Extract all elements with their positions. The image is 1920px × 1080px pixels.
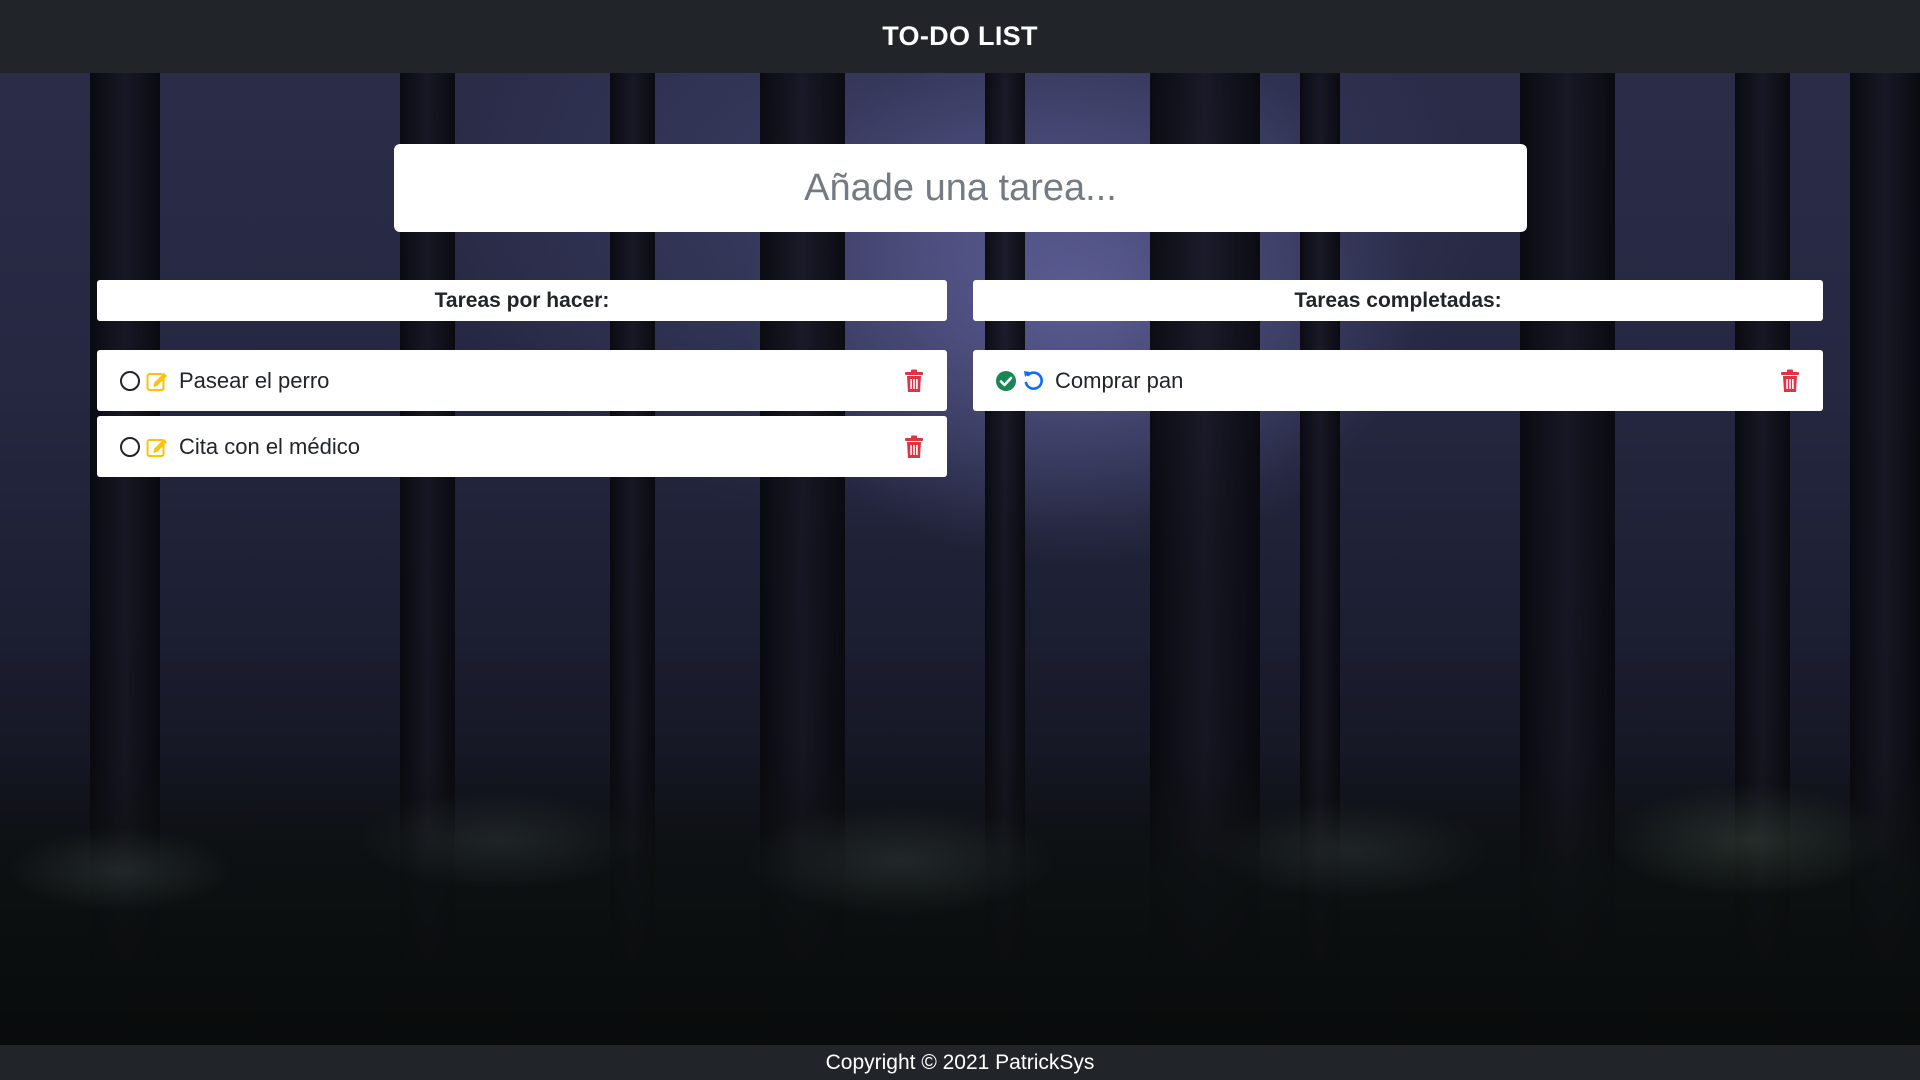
completed-tasks-column: Tareas completadas: Comprar pan: [973, 280, 1823, 416]
copyright-text: Copyright © 2021 PatrickSys: [825, 1050, 1095, 1074]
pending-task-item: Cita con el médico: [97, 416, 947, 477]
footer: Copyright © 2021 PatrickSys: [0, 1045, 1920, 1080]
pending-tasks-column: Tareas por hacer: Pasear el perro Cita c…: [97, 280, 947, 482]
new-task-form: [394, 144, 1527, 232]
trash-icon[interactable]: [1779, 368, 1801, 394]
navbar: TO-DO LIST: [0, 0, 1920, 73]
task-label: Pasear el perro: [179, 367, 330, 393]
task-label: Cita con el médico: [179, 433, 360, 459]
completed-tasks-header: Tareas completadas:: [973, 280, 1823, 321]
task-label: Comprar pan: [1055, 367, 1184, 393]
trash-icon[interactable]: [903, 434, 925, 460]
pending-task-item: Pasear el perro: [97, 350, 947, 411]
completed-task-item: Comprar pan: [973, 350, 1823, 411]
edit-icon[interactable]: [145, 369, 169, 393]
edit-icon[interactable]: [145, 435, 169, 459]
pending-tasks-header: Tareas por hacer:: [97, 280, 947, 321]
circle-icon[interactable]: [118, 435, 142, 459]
new-task-input[interactable]: [394, 144, 1527, 232]
check-circle-icon[interactable]: [994, 369, 1018, 393]
app-title[interactable]: TO-DO LIST: [882, 21, 1038, 52]
circle-icon[interactable]: [118, 369, 142, 393]
trash-icon[interactable]: [903, 368, 925, 394]
undo-icon[interactable]: [1021, 369, 1045, 393]
